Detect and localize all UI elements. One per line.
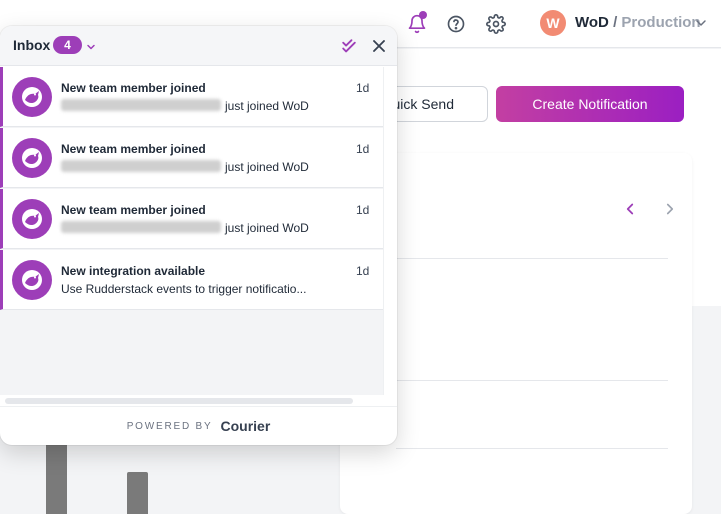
chevron-left-icon[interactable] (621, 200, 639, 223)
redacted-email (61, 221, 221, 233)
inbox-title: Inbox (13, 37, 51, 53)
inbox-list: New team member joined just joined WoD 1… (0, 67, 383, 395)
chart-bar (127, 472, 148, 514)
item-body: Use Rudderstack events to trigger notifi… (61, 282, 307, 296)
inbox-item[interactable]: New integration available Use Rudderstac… (0, 250, 383, 310)
item-body: just joined WoD (61, 99, 309, 113)
chart-gridline (396, 448, 668, 449)
chart-bar (46, 436, 67, 514)
notification-dot (419, 11, 427, 19)
inbox-header: Inbox 4 (0, 26, 397, 66)
create-notification-button[interactable]: Create Notification (496, 86, 684, 122)
item-title: New team member joined (61, 81, 206, 95)
item-time: 1d (356, 142, 370, 156)
inbox-item[interactable]: New team member joined just joined WoD 1… (0, 189, 383, 249)
item-time: 1d (356, 264, 370, 278)
courier-bird-icon (12, 260, 52, 300)
item-title: New integration available (61, 264, 206, 278)
item-time: 1d (356, 81, 370, 95)
chevron-right-icon[interactable] (661, 200, 679, 223)
gear-icon[interactable] (484, 12, 508, 36)
workspace-name: WoD (575, 14, 609, 31)
redacted-email (61, 99, 221, 111)
inbox-popover: Inbox 4 New team member joined just join… (0, 26, 397, 445)
courier-logo[interactable]: Courier (221, 418, 271, 434)
item-time: 1d (356, 203, 370, 217)
item-title: New team member joined (61, 142, 206, 156)
chart-gridline (396, 258, 668, 259)
close-icon[interactable] (369, 36, 389, 61)
courier-bird-icon (12, 199, 52, 239)
vertical-scrollbar[interactable] (383, 67, 397, 395)
courier-bird-icon (12, 138, 52, 178)
powered-by-label: POWERED BY (126, 420, 213, 432)
item-title: New team member joined (61, 203, 206, 217)
redacted-email (61, 160, 221, 172)
inbox-item[interactable]: New team member joined just joined WoD 1… (0, 128, 383, 188)
horizontal-scrollbar[interactable] (5, 398, 353, 404)
item-body: just joined WoD (61, 221, 309, 235)
chart-gridline (396, 380, 668, 381)
environment-name: Production (621, 14, 701, 31)
chevron-down-icon[interactable] (693, 15, 709, 36)
item-body: just joined WoD (61, 160, 309, 174)
inbox-footer: POWERED BY Courier (0, 406, 397, 445)
courier-bird-icon (12, 77, 52, 117)
workspace-separator: / (613, 14, 618, 31)
workspace-switcher[interactable]: WoD / Production (575, 14, 701, 31)
mark-all-read-icon[interactable] (339, 36, 359, 61)
inbox-count-badge: 4 (53, 36, 82, 54)
inbox-item[interactable]: New team member joined just joined WoD 1… (0, 67, 383, 127)
avatar[interactable]: W (540, 10, 566, 36)
chevron-down-icon[interactable] (85, 40, 97, 58)
help-icon[interactable] (444, 12, 468, 36)
